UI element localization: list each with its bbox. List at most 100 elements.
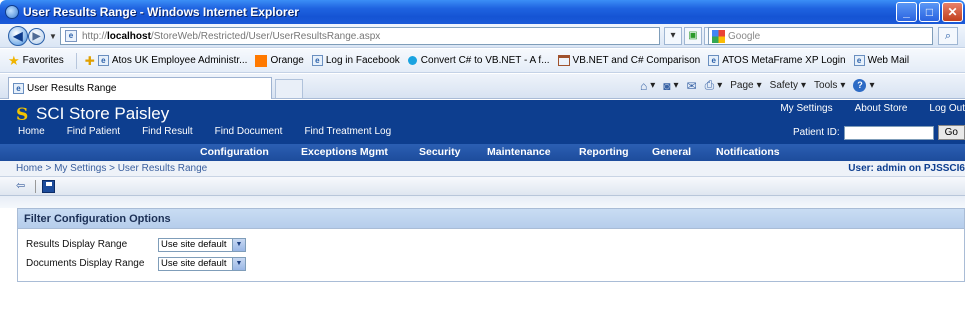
about-store-link[interactable]: About Store bbox=[855, 103, 908, 114]
favorites-label: Favorites bbox=[22, 55, 64, 66]
my-settings-link[interactable]: My Settings bbox=[780, 103, 832, 114]
chevron-down-icon[interactable]: ▼ bbox=[232, 257, 245, 270]
documents-range-value: Use site default bbox=[161, 258, 227, 269]
favorite-label: Log in bbox=[325, 55, 354, 66]
favorites-bar: ★ Favorites ✚ e Atos UK Employee Adminis… bbox=[0, 49, 965, 73]
results-range-label: Results Display Range bbox=[26, 239, 128, 250]
patient-id-input[interactable] bbox=[843, 125, 934, 140]
safety-menu[interactable]: Safety ▾ bbox=[770, 80, 806, 91]
maximize-button[interactable]: □ bbox=[919, 2, 940, 22]
favorite-link-atos[interactable]: e Atos UK Employee Administr... bbox=[97, 55, 248, 66]
favorite-link-convert[interactable]: Convert C# to VB.NET - A f... bbox=[407, 55, 550, 66]
search-input[interactable]: Google bbox=[708, 27, 933, 45]
favorite-link-comparison[interactable]: VB.NET and C# Comparison bbox=[557, 55, 701, 66]
page-menu-label: Page bbox=[730, 80, 754, 91]
forward-button[interactable]: ▶ bbox=[28, 28, 45, 45]
ie-page-icon: e bbox=[97, 55, 109, 66]
ie-logo-icon bbox=[5, 5, 19, 19]
nav-reporting[interactable]: Reporting bbox=[579, 146, 629, 158]
nav-maintenance[interactable]: Maintenance bbox=[487, 146, 551, 158]
nav-configuration[interactable]: Configuration bbox=[200, 146, 269, 158]
favorite-label: Atos UK Employee Administr... bbox=[111, 55, 248, 66]
printer-icon: ⎙ bbox=[704, 78, 715, 92]
tools-menu-label: Tools bbox=[814, 80, 838, 91]
documents-range-label: Documents Display Range bbox=[26, 258, 145, 269]
spacer-band bbox=[0, 196, 965, 208]
nav-home[interactable]: Home bbox=[18, 126, 45, 137]
site-header: S SCI Store Paisley My Settings About St… bbox=[0, 100, 965, 144]
window-titlebar: User Results Range - Windows Internet Ex… bbox=[0, 0, 965, 24]
patient-go-button[interactable]: Go bbox=[937, 125, 965, 140]
tools-menu[interactable]: Tools ▾ bbox=[814, 80, 845, 91]
favorite-label: Web Mail bbox=[867, 55, 910, 66]
add-favorite-icon[interactable]: ✚ bbox=[85, 54, 95, 68]
favorite-link-webmail[interactable]: e Web Mail bbox=[853, 55, 910, 66]
url-path: /StoreWeb/Restricted/User/UserResultsRan… bbox=[150, 30, 381, 42]
save-icon[interactable] bbox=[42, 180, 55, 193]
nav-security[interactable]: Security bbox=[419, 146, 460, 158]
address-bar[interactable]: e http://localhost/StoreWeb/Restricted/U… bbox=[60, 27, 660, 45]
favorite-label: ATOS MetaFrame XP Login bbox=[722, 55, 846, 66]
favorite-link-metaframe[interactable]: e ATOS MetaFrame XP Login bbox=[708, 55, 846, 66]
close-button[interactable]: ✕ bbox=[942, 2, 963, 22]
breadcrumb[interactable]: Home > My Settings > User Results Range bbox=[16, 163, 207, 174]
log-out-link[interactable]: Log Out bbox=[929, 103, 965, 114]
chevron-down-icon[interactable]: ▼ bbox=[232, 238, 245, 251]
help-icon: ? bbox=[853, 79, 867, 92]
ie-page-icon: e bbox=[853, 55, 865, 66]
ie-page-icon: e bbox=[708, 55, 720, 66]
tab-title: User Results Range bbox=[27, 83, 117, 94]
page-content: S SCI Store Paisley My Settings About St… bbox=[0, 100, 965, 325]
page-icon: e bbox=[65, 30, 77, 42]
filter-config-panel: Filter Configuration Options Results Dis… bbox=[17, 208, 965, 282]
sci-logo-icon: S bbox=[16, 105, 29, 125]
url-prefix: http:// bbox=[82, 30, 108, 42]
favorite-label: VB.NET and C# Comparison bbox=[572, 55, 701, 66]
search-placeholder: Google bbox=[728, 30, 761, 42]
help-menu[interactable]: ? ▾ bbox=[853, 79, 874, 92]
orange-icon bbox=[255, 54, 268, 67]
results-range-select[interactable]: Use site default ▼ bbox=[158, 237, 246, 252]
favorite-label: Convert C# to VB.NET - A f... bbox=[420, 55, 550, 66]
safety-menu-label: Safety bbox=[769, 80, 799, 91]
rss-icon: ◙ bbox=[663, 78, 671, 93]
divider bbox=[75, 52, 77, 69]
new-tab-button[interactable] bbox=[275, 79, 303, 98]
favorites-star-icon: ★ bbox=[8, 52, 20, 68]
history-dropdown-icon[interactable]: ▼ bbox=[49, 32, 57, 41]
favorite-link-orange[interactable]: Orange bbox=[255, 54, 304, 67]
nav-find-patient[interactable]: Find Patient bbox=[67, 126, 120, 137]
favorite-link-facebook[interactable]: e Log in Facebook bbox=[311, 55, 400, 66]
nav-notifications[interactable]: Notifications bbox=[716, 146, 780, 158]
nav-find-treatment-log[interactable]: Find Treatment Log bbox=[304, 126, 391, 137]
nav-find-result[interactable]: Find Result bbox=[142, 126, 193, 137]
user-info: User: admin on PJSSCI6 bbox=[848, 163, 965, 174]
back-arrow-icon[interactable]: ⇦ bbox=[16, 179, 25, 192]
home-icon: ⌂ bbox=[640, 78, 648, 93]
feeds-button[interactable]: ◙ ▾ bbox=[663, 79, 678, 93]
admin-nav: Configuration Exceptions Mgmt Security M… bbox=[0, 144, 965, 161]
converter-icon bbox=[407, 56, 417, 65]
page-menu[interactable]: Page ▾ bbox=[730, 80, 761, 91]
tab-user-results-range[interactable]: e User Results Range bbox=[8, 77, 272, 99]
home-button[interactable]: ⌂ ▾ bbox=[640, 79, 655, 93]
search-icon[interactable]: ⌕ bbox=[938, 27, 958, 45]
toolbar-divider bbox=[35, 180, 36, 193]
nav-general[interactable]: General bbox=[652, 146, 691, 158]
breadcrumb-bar: Home > My Settings > User Results Range … bbox=[0, 161, 965, 177]
compatibility-icon[interactable]: ▣ bbox=[684, 27, 702, 45]
tab-strip: e User Results Range ⌂ ▾ ◙ ▾ ✉ ⎙ ▾ Page ▾ Sa… bbox=[0, 74, 965, 99]
url-host: localhost bbox=[107, 30, 151, 42]
mail-button[interactable]: ✉ bbox=[687, 79, 697, 93]
documents-range-select[interactable]: Use site default ▼ bbox=[158, 256, 246, 271]
ie-page-icon: e bbox=[13, 83, 24, 94]
back-button[interactable]: ◀ bbox=[8, 26, 28, 46]
minimize-button[interactable]: _ bbox=[896, 2, 917, 22]
nav-find-document[interactable]: Find Document bbox=[215, 126, 283, 137]
favorites-button[interactable]: ★ Favorites bbox=[0, 53, 64, 69]
favorite-label: Facebook bbox=[355, 55, 400, 66]
ie-page-icon: e bbox=[311, 55, 323, 66]
nav-exceptions-mgmt[interactable]: Exceptions Mgmt bbox=[301, 146, 388, 158]
print-button[interactable]: ⎙ ▾ bbox=[705, 78, 723, 93]
address-dropdown-icon[interactable]: ▾ bbox=[664, 27, 682, 45]
